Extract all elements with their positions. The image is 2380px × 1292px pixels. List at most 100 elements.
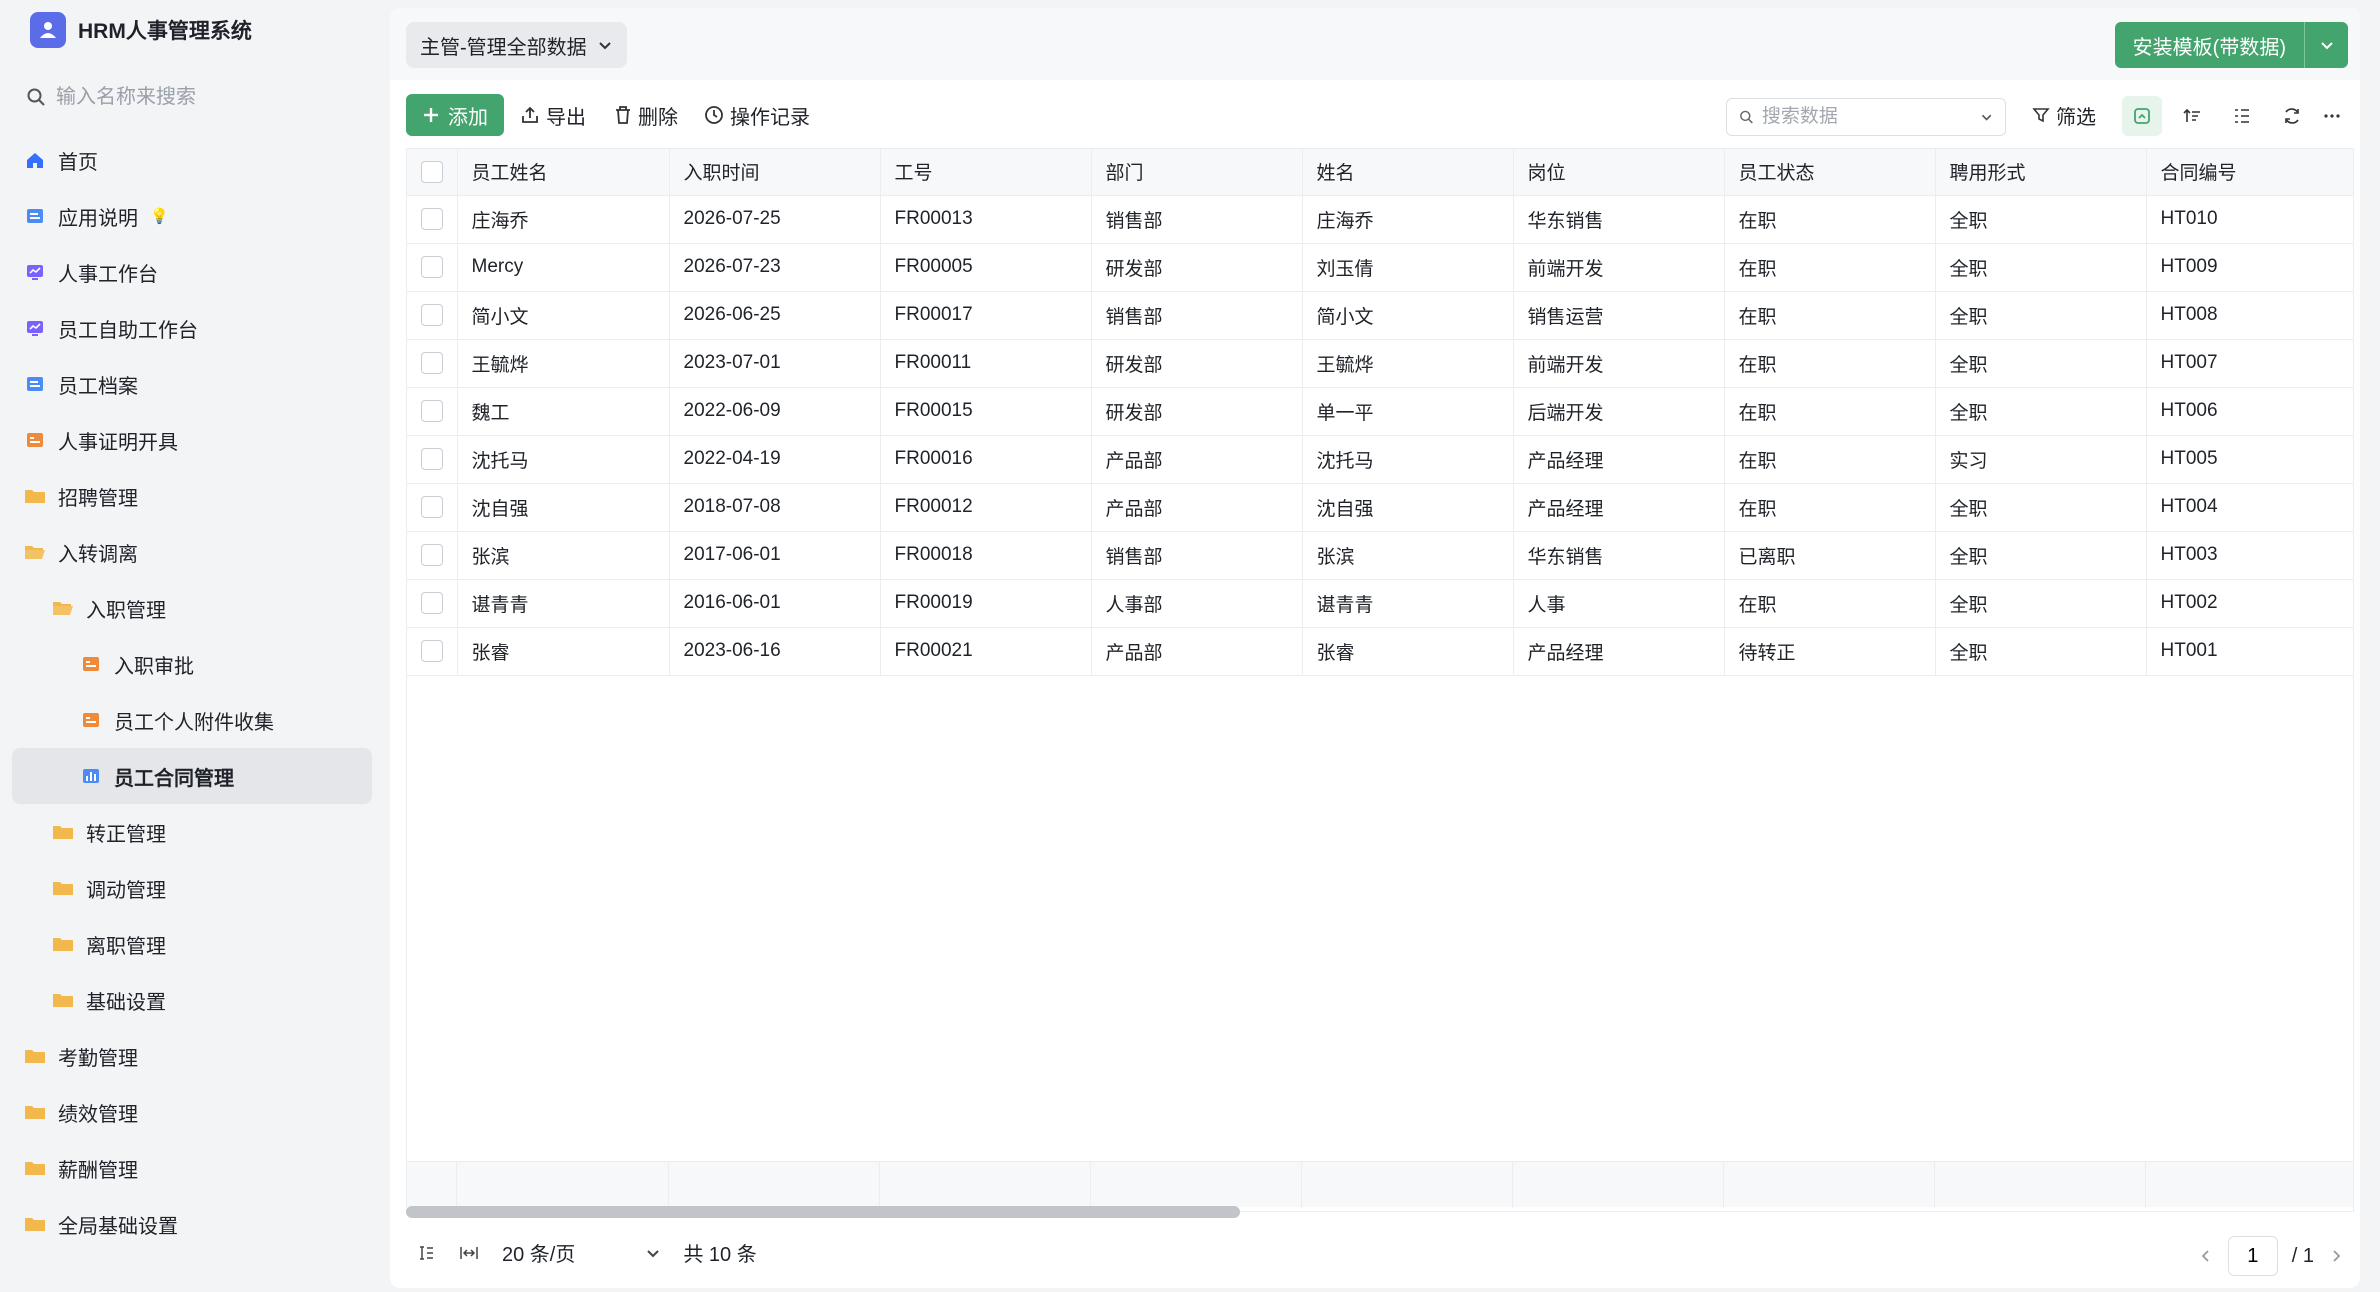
- table-cell[interactable]: 全职: [1935, 291, 2147, 340]
- table-cell[interactable]: 沈托马: [457, 435, 670, 484]
- table-row[interactable]: 沈自强 2018-07-08 FR00012 产品部 沈自强 产品经理 在职 全职 HT004: [407, 483, 2353, 532]
- add-button[interactable]: 添加: [406, 94, 504, 136]
- table-cell[interactable]: 2023-07-01: [669, 339, 881, 388]
- row-checkbox[interactable]: [420, 543, 443, 566]
- sidebar-search[interactable]: [26, 80, 356, 114]
- row-checkbox[interactable]: [420, 447, 443, 470]
- table-cell[interactable]: 在职: [1724, 195, 1936, 244]
- table-row[interactable]: Mercy 2026-07-23 FR00005 研发部 刘玉倩 前端开发 在职 全职 HT00…: [407, 243, 2353, 292]
- table-cell[interactable]: 2023-06-16: [669, 627, 881, 676]
- data-search-input[interactable]: [1761, 106, 1972, 128]
- table-row[interactable]: 张睿 2023-06-16 FR00021 产品部 张睿 产品经理 待转正 全职 HT001: [407, 627, 2353, 676]
- chevron-right-icon[interactable]: [2328, 1248, 2344, 1264]
- table-cell[interactable]: 2022-04-19: [669, 435, 881, 484]
- data-search-box[interactable]: [1726, 98, 2006, 136]
- table-cell[interactable]: 华东销售: [1513, 195, 1725, 244]
- table-cell[interactable]: 2026-07-23: [669, 243, 881, 292]
- table-cell[interactable]: 庄海乔: [457, 195, 670, 244]
- install-template-button[interactable]: 安装模板(带数据): [2114, 22, 2348, 68]
- table-cell[interactable]: 2017-06-01: [669, 531, 881, 580]
- table-cell[interactable]: 产品经理: [1513, 483, 1725, 532]
- column-header[interactable]: 聘用形式: [1935, 149, 2147, 196]
- view-selector[interactable]: 主管-管理全部数据: [406, 22, 627, 68]
- table-cell[interactable]: HT008: [2146, 291, 2353, 340]
- sort-button[interactable]: [2172, 96, 2212, 136]
- table-cell[interactable]: 研发部: [1091, 243, 1303, 292]
- table-cell[interactable]: FR00021: [880, 627, 1092, 676]
- table-cell[interactable]: 全职: [1935, 531, 2147, 580]
- sidebar-item[interactable]: 入职管理: [12, 580, 372, 636]
- table-cell[interactable]: 全职: [1935, 387, 2147, 436]
- table-cell[interactable]: 2026-07-25: [669, 195, 881, 244]
- table-cell[interactable]: HT004: [2146, 483, 2353, 532]
- row-checkbox[interactable]: [420, 495, 443, 518]
- sidebar-item[interactable]: 薪酬管理: [12, 1140, 372, 1196]
- chevron-left-icon[interactable]: [2198, 1248, 2214, 1264]
- chevron-down-icon[interactable]: [1980, 109, 1993, 125]
- sidebar-search-input[interactable]: [56, 85, 336, 109]
- row-checkbox[interactable]: [420, 399, 443, 422]
- table-cell[interactable]: 产品部: [1091, 435, 1303, 484]
- sidebar-item[interactable]: 员工档案: [12, 356, 372, 412]
- row-checkbox[interactable]: [420, 591, 443, 614]
- table-cell[interactable]: 简小文: [457, 291, 670, 340]
- table-row[interactable]: 沈托马 2022-04-19 FR00016 产品部 沈托马 产品经理 在职 实习 HT005: [407, 435, 2353, 484]
- app-brand[interactable]: HRM人事管理系统: [30, 12, 252, 48]
- column-header[interactable]: 姓名: [1302, 149, 1514, 196]
- table-cell[interactable]: FR00017: [880, 291, 1092, 340]
- export-button[interactable]: 导出: [520, 94, 586, 136]
- more-button[interactable]: [2318, 96, 2346, 136]
- table-cell[interactable]: 2022-06-09: [669, 387, 881, 436]
- table-cell[interactable]: 全职: [1935, 579, 2147, 628]
- sidebar-item[interactable]: 人事工作台: [12, 244, 372, 300]
- column-width-icon[interactable]: [458, 1243, 480, 1263]
- table-cell[interactable]: 2018-07-08: [669, 483, 881, 532]
- table-cell[interactable]: HT002: [2146, 579, 2353, 628]
- table-cell[interactable]: 全职: [1935, 483, 2147, 532]
- sidebar-item[interactable]: 员工自助工作台: [12, 300, 372, 356]
- table-cell[interactable]: 华东销售: [1513, 531, 1725, 580]
- table-cell[interactable]: 实习: [1935, 435, 2147, 484]
- table-cell[interactable]: 刘玉倩: [1302, 243, 1514, 292]
- table-cell[interactable]: 沈托马: [1302, 435, 1514, 484]
- filter-button[interactable]: 筛选: [2032, 94, 2096, 136]
- row-height-icon[interactable]: [416, 1243, 436, 1263]
- table-cell[interactable]: Mercy: [457, 243, 670, 292]
- sidebar-item[interactable]: 调动管理: [12, 860, 372, 916]
- table-cell[interactable]: HT010: [2146, 195, 2353, 244]
- table-cell[interactable]: 产品经理: [1513, 627, 1725, 676]
- row-checkbox[interactable]: [420, 303, 443, 326]
- table-cell[interactable]: 庄海乔: [1302, 195, 1514, 244]
- table-row[interactable]: 简小文 2026-06-25 FR00017 销售部 简小文 销售运营 在职 全职 HT008: [407, 291, 2353, 340]
- table-row[interactable]: 魏工 2022-06-09 FR00015 研发部 单一平 后端开发 在职 全职 HT006: [407, 387, 2353, 436]
- table-cell[interactable]: 在职: [1724, 291, 1936, 340]
- sidebar-item[interactable]: 绩效管理: [12, 1084, 372, 1140]
- column-header[interactable]: 入职时间: [669, 149, 881, 196]
- sidebar-item[interactable]: 基础设置: [12, 972, 372, 1028]
- table-cell[interactable]: 沈自强: [457, 483, 670, 532]
- table-row[interactable]: 王毓烨 2023-07-01 FR00011 研发部 王毓烨 前端开发 在职 全职 HT007: [407, 339, 2353, 388]
- row-checkbox[interactable]: [420, 351, 443, 374]
- table-row[interactable]: 张滨 2017-06-01 FR00018 销售部 张滨 华东销售 已离职 全职 HT003: [407, 531, 2353, 580]
- table-cell[interactable]: HT005: [2146, 435, 2353, 484]
- sidebar-item[interactable]: 全局基础设置: [12, 1196, 372, 1252]
- table-cell[interactable]: 2016-06-01: [669, 579, 881, 628]
- table-cell[interactable]: 待转正: [1724, 627, 1936, 676]
- page-number-input[interactable]: [2227, 1236, 2278, 1276]
- table-cell[interactable]: 在职: [1724, 243, 1936, 292]
- table-cell[interactable]: FR00005: [880, 243, 1092, 292]
- table-cell[interactable]: FR00013: [880, 195, 1092, 244]
- table-cell[interactable]: 研发部: [1091, 339, 1303, 388]
- delete-button[interactable]: 删除: [614, 94, 678, 136]
- table-row[interactable]: 谌青青 2016-06-01 FR00019 人事部 谌青青 人事 在职 全职 HT002: [407, 579, 2353, 628]
- table-cell[interactable]: 后端开发: [1513, 387, 1725, 436]
- table-cell[interactable]: 产品经理: [1513, 435, 1725, 484]
- sidebar-item[interactable]: 离职管理: [12, 916, 372, 972]
- sidebar-item[interactable]: 入职审批: [12, 636, 372, 692]
- table-cell[interactable]: 产品部: [1091, 483, 1303, 532]
- table-cell[interactable]: FR00019: [880, 579, 1092, 628]
- table-cell[interactable]: 单一平: [1302, 387, 1514, 436]
- table-cell[interactable]: 谌青青: [1302, 579, 1514, 628]
- table-cell[interactable]: 张滨: [457, 531, 670, 580]
- column-header[interactable]: 岗位: [1513, 149, 1725, 196]
